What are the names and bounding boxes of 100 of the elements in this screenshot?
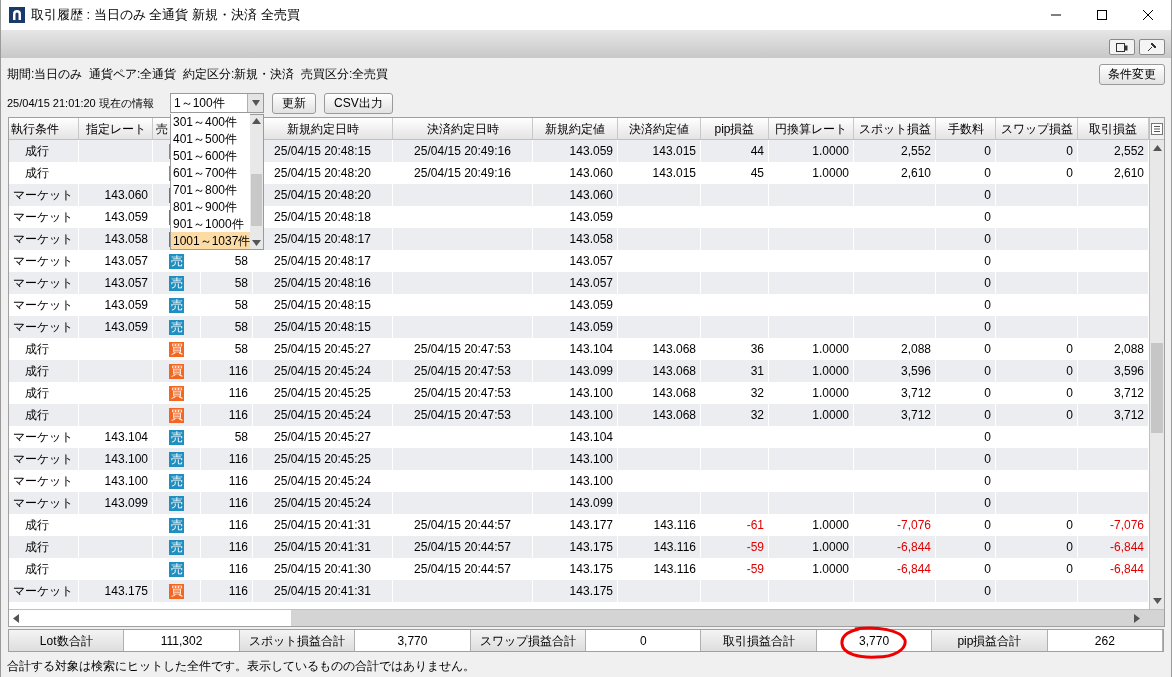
- toolbar-button[interactable]: CSV出力: [324, 92, 393, 114]
- horizontal-scrollbar[interactable]: [9, 609, 1164, 626]
- scroll-up-icon[interactable]: [252, 118, 262, 124]
- table-cell-text: 0: [984, 495, 991, 512]
- scrollbar-thumb[interactable]: [9, 610, 291, 626]
- column-header[interactable]: 円換算レート: [775, 119, 847, 138]
- table-cell-text: 0: [984, 165, 991, 182]
- table-cell-text: 25/04/15 20:41:31: [274, 583, 371, 600]
- table-cell-text: 58: [234, 319, 248, 336]
- pin-button[interactable]: [1139, 39, 1165, 55]
- dropdown-scrollbar[interactable]: [250, 115, 263, 249]
- column-header[interactable]: pip損益: [714, 119, 755, 138]
- side-badge: 売: [169, 275, 184, 291]
- column-header[interactable]: 指定レート: [85, 119, 146, 138]
- total-value: 3,770: [859, 632, 890, 650]
- table-cell-text: 143.057: [569, 275, 613, 292]
- toolbar-button[interactable]: 更新: [272, 92, 316, 114]
- table-cell-text: 116: [228, 539, 248, 556]
- table-cell-text: 25/04/15 20:48:15: [274, 319, 371, 336]
- table-cell-text: 143.058: [569, 231, 613, 248]
- table-cell-text: 25/04/15 20:44:57: [414, 539, 511, 556]
- table-cell-text: 3,596: [1113, 363, 1144, 380]
- side-badge: 売: [169, 297, 184, 313]
- scroll-up-icon[interactable]: [1152, 145, 1162, 151]
- table-cell-text: 143.068: [652, 341, 696, 358]
- table-cell-text: 58: [234, 429, 248, 446]
- column-header[interactable]: 手数料: [947, 119, 984, 138]
- table-cell-text: 2,088: [900, 341, 931, 358]
- column-header[interactable]: 取引損益: [1089, 119, 1137, 138]
- scrollbar-thumb[interactable]: [251, 174, 262, 226]
- table-cell-text: 143.068: [652, 407, 696, 424]
- column-header[interactable]: 新規約定値: [545, 119, 605, 138]
- scroll-down-icon[interactable]: [252, 240, 262, 246]
- column-header[interactable]: 売: [156, 119, 168, 138]
- change-conditions-button[interactable]: 条件変更: [1099, 63, 1165, 85]
- total-label: Lot数合計: [9, 630, 125, 651]
- table-cell-text: 25/04/15 20:48:20: [274, 187, 371, 204]
- scroll-right-icon[interactable]: [1134, 613, 1140, 623]
- window-mode-button[interactable]: [1109, 39, 1135, 55]
- table-cell-text: 143.059: [104, 209, 148, 226]
- timestamp-label: 25/04/15 21:01:20 現在の情報: [7, 97, 154, 109]
- table-cell-text: 0: [984, 319, 991, 336]
- table-cell-text: 143.060: [569, 187, 613, 204]
- table-cell-text: -6,844: [896, 561, 931, 578]
- table-cell-text: 25/04/15 20:41:30: [274, 561, 371, 578]
- table-cell-text: 143.175: [569, 583, 613, 600]
- scroll-left-icon[interactable]: [13, 613, 19, 623]
- window-title: 取引履歴 : 当日のみ 全通貨 新規・決済 全売買: [31, 6, 300, 25]
- table-cell-text: -7,076: [1109, 517, 1144, 534]
- table-cell-text: 58: [234, 253, 248, 270]
- range-select[interactable]: 1～100件: [170, 93, 264, 113]
- table-cell-text: 1.0000: [812, 143, 849, 160]
- column-header[interactable]: 決済約定値: [629, 119, 689, 138]
- table-cell-text: 0: [984, 429, 991, 446]
- table-cell-text: 25/04/15 20:41:31: [274, 539, 371, 556]
- column-header[interactable]: 執行条件: [11, 119, 59, 138]
- table-cell-text: 成行: [25, 407, 49, 424]
- table-cell-text: 0: [1066, 165, 1073, 182]
- dropdown-option[interactable]: 301～400件: [171, 113, 251, 130]
- table-cell-text: マーケット: [13, 231, 73, 248]
- table-cell-text: 143.057: [569, 253, 613, 270]
- table-cell-text: 0: [984, 231, 991, 248]
- table-cell-text: 成行: [25, 517, 49, 534]
- table-cell-text: 143.015: [652, 165, 696, 182]
- table-cell-text: 3,712: [1113, 407, 1144, 424]
- table-cell-text: 116: [228, 517, 248, 534]
- table-cell-text: 143.100: [569, 451, 613, 468]
- table-cell-text: 116: [228, 561, 248, 578]
- column-header[interactable]: スポット損益: [858, 119, 931, 138]
- column-header[interactable]: 決済約定日時: [426, 119, 499, 138]
- table-cell-text: 25/04/15 20:47:53: [414, 385, 511, 402]
- table-cell-text: 0: [984, 539, 991, 556]
- table-cell-text: 25/04/15 20:48:16: [274, 275, 371, 292]
- maximize-icon: [1097, 10, 1107, 20]
- table-cell-text: 58: [234, 275, 248, 292]
- table-cell-text: -59: [746, 539, 764, 556]
- table-cell-text: 143.060: [569, 165, 613, 182]
- table-cell-text: 143.059: [569, 319, 613, 336]
- table-cell-text: マーケット: [13, 451, 73, 468]
- column-header[interactable]: 新規約定日時: [286, 119, 359, 138]
- vertical-scrollbar[interactable]: [1150, 140, 1164, 609]
- table-cell-text: 0: [1066, 143, 1073, 160]
- table-cell-text: 116: [228, 583, 248, 600]
- table-cell-text: 143.057: [104, 275, 148, 292]
- table-cell-text: 143.175: [104, 583, 148, 600]
- side-badge: 買: [169, 407, 184, 423]
- column-header[interactable]: スワップ損益: [1000, 119, 1073, 138]
- column-menu-icon[interactable]: [1151, 122, 1163, 135]
- table-cell-text: 25/04/15 20:47:53: [414, 407, 511, 424]
- table-cell-text: 2,610: [1113, 165, 1144, 182]
- table-cell-text: 3,712: [1113, 385, 1144, 402]
- dropdown-option[interactable]: 1001～1037件: [171, 232, 251, 249]
- table-cell-text: 25/04/15 20:45:27: [274, 341, 371, 358]
- app-logo-icon: [9, 7, 25, 23]
- table-cell-text: 0: [1066, 561, 1073, 578]
- scroll-down-icon[interactable]: [1152, 598, 1162, 604]
- scrollbar-thumb[interactable]: [1151, 343, 1163, 433]
- table-cell-text: 32: [750, 385, 764, 402]
- table-cell-text: 成行: [25, 385, 49, 402]
- filter-summary: 期間:当日のみ 通貨ペア:全通貨 約定区分:新規・決済 売買区分:全売買: [7, 66, 389, 83]
